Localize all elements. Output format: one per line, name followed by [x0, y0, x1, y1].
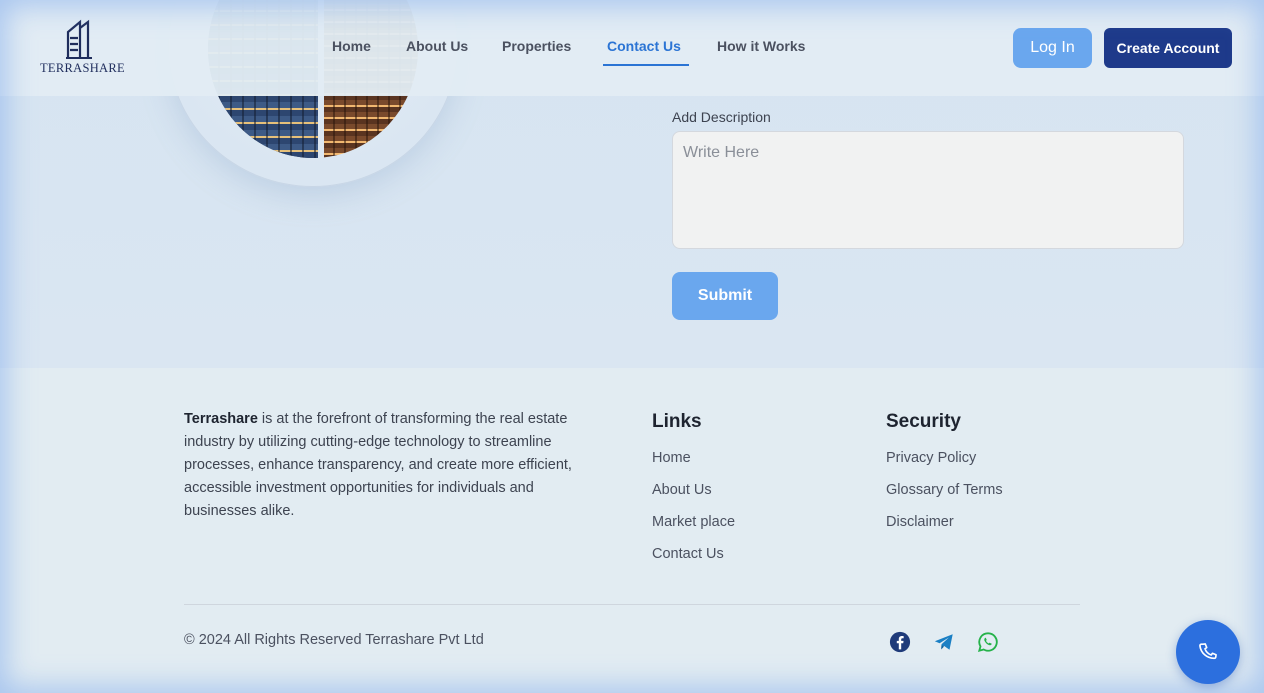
- nav-contact-us[interactable]: Contact Us: [607, 38, 681, 54]
- footer-link-contact-us[interactable]: Contact Us: [652, 546, 724, 562]
- site-footer: Terrashare is at the forefront of transf…: [0, 368, 1264, 693]
- building-logo-icon: [66, 19, 92, 59]
- links-heading: Links: [652, 411, 702, 432]
- whatsapp-icon[interactable]: [977, 631, 999, 653]
- about-text: is at the forefront of transforming the …: [184, 411, 572, 519]
- nav-about-us[interactable]: About Us: [406, 38, 468, 54]
- logo-wordmark: TERRASHARE: [40, 61, 125, 75]
- security-heading: Security: [886, 411, 961, 432]
- phone-icon: [1199, 643, 1217, 660]
- footer-link-home[interactable]: Home: [652, 450, 691, 466]
- nav-home[interactable]: Home: [332, 38, 371, 54]
- about-brand: Terrashare: [184, 411, 258, 427]
- telegram-icon[interactable]: [933, 631, 955, 653]
- nav-properties[interactable]: Properties: [502, 38, 571, 54]
- footer-link-privacy-policy[interactable]: Privacy Policy: [886, 450, 976, 466]
- footer-link-disclaimer[interactable]: Disclaimer: [886, 514, 954, 530]
- footer-link-market-place[interactable]: Market place: [652, 514, 735, 530]
- login-button[interactable]: Log In: [1013, 28, 1092, 68]
- nav-how-it-works[interactable]: How it Works: [717, 38, 805, 54]
- copyright-text: © 2024 All Rights Reserved Terrashare Pv…: [184, 632, 484, 648]
- create-account-button[interactable]: Create Account: [1104, 28, 1232, 68]
- terrashare-logo[interactable]: TERRASHARE: [40, 18, 130, 76]
- active-nav-indicator: [603, 64, 689, 66]
- call-floating-button[interactable]: [1176, 620, 1240, 684]
- facebook-icon[interactable]: [889, 631, 911, 653]
- description-textarea[interactable]: [672, 131, 1184, 249]
- footer-divider: [184, 604, 1080, 605]
- submit-button[interactable]: Submit: [672, 272, 778, 320]
- footer-link-about-us[interactable]: About Us: [652, 482, 712, 498]
- footer-link-glossary[interactable]: Glossary of Terms: [886, 482, 1003, 498]
- site-header: TERRASHARE Home About Us Properties Cont…: [0, 0, 1264, 96]
- about-paragraph: Terrashare is at the forefront of transf…: [184, 408, 576, 523]
- description-label: Add Description: [672, 109, 771, 125]
